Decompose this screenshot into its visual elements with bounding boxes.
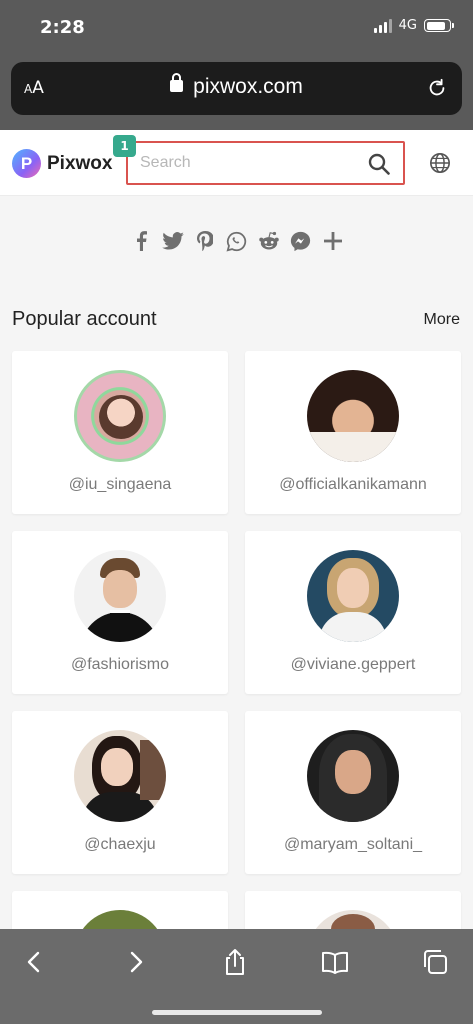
site-logo[interactable]: P Pixwox	[12, 149, 112, 178]
url-text: pixwox.com	[193, 75, 303, 98]
account-card[interactable]: @fashiorismo	[12, 531, 228, 694]
back-icon[interactable]	[20, 947, 50, 977]
logo-mark: P	[12, 149, 41, 178]
avatar	[307, 550, 399, 642]
twitter-icon[interactable]	[161, 230, 184, 252]
search-box[interactable]	[126, 141, 405, 185]
phone-screen: 2:28 4G AA pixwox.com P Pixwox Search 1 …	[0, 0, 473, 1024]
avatar	[307, 730, 399, 822]
pinterest-icon[interactable]	[194, 230, 216, 252]
tabs-icon[interactable]	[420, 947, 450, 977]
plus-icon[interactable]	[322, 230, 344, 252]
logo-text: Pixwox	[47, 152, 113, 174]
signal-icon	[373, 18, 392, 33]
account-handle: @iu_singaena	[68, 476, 172, 493]
site-header: P Pixwox 1	[0, 130, 473, 196]
search-input[interactable]	[140, 151, 350, 175]
search-icon[interactable]	[367, 152, 391, 176]
status-indicators: 4G	[373, 18, 454, 33]
account-handle: @fashiorismo	[70, 656, 170, 673]
avatar	[74, 730, 166, 822]
account-card[interactable]: @viviane.geppert	[245, 531, 461, 694]
whatsapp-icon[interactable]	[226, 230, 248, 252]
reload-icon[interactable]	[426, 77, 448, 99]
share-icon[interactable]	[220, 947, 250, 977]
network-type: 4G	[398, 18, 417, 33]
home-indicator	[152, 1010, 322, 1015]
account-handle: @officialkanikamann	[279, 476, 427, 493]
account-handle: @viviane.geppert	[290, 656, 416, 673]
share-icons-row	[0, 230, 473, 252]
popular-account-title: Popular account	[12, 308, 157, 330]
account-card[interactable]: @maryam_soltani_	[245, 711, 461, 874]
forward-icon[interactable]	[120, 947, 150, 977]
globe-icon[interactable]	[429, 152, 451, 174]
url-display[interactable]: pixwox.com	[11, 73, 462, 99]
account-card[interactable]: @iu_singaena	[12, 351, 228, 514]
reddit-icon[interactable]	[258, 230, 280, 252]
avatar	[74, 550, 166, 642]
address-bar[interactable]: AA pixwox.com	[11, 62, 462, 115]
lock-icon	[170, 73, 184, 92]
battery-icon	[424, 19, 454, 32]
status-bar: 2:28 4G	[0, 0, 473, 56]
account-handle: @chaexju	[84, 836, 156, 853]
messenger-icon[interactable]	[290, 230, 312, 252]
status-time: 2:28	[40, 17, 85, 38]
browser-top-chrome: 2:28 4G AA pixwox.com	[0, 0, 473, 130]
step-badge: 1	[113, 135, 136, 157]
browser-bottom-toolbar	[0, 929, 473, 1024]
account-grid: @iu_singaena @officialkanikamann @fashio…	[12, 351, 461, 1024]
bookmarks-icon[interactable]	[320, 947, 350, 977]
facebook-icon[interactable]	[130, 230, 152, 252]
avatar	[74, 370, 166, 462]
more-link[interactable]: More	[424, 311, 460, 329]
account-handle: @maryam_soltani_	[283, 836, 423, 853]
account-card[interactable]: @chaexju	[12, 711, 228, 874]
account-card[interactable]: @officialkanikamann	[245, 351, 461, 514]
avatar	[307, 370, 399, 462]
